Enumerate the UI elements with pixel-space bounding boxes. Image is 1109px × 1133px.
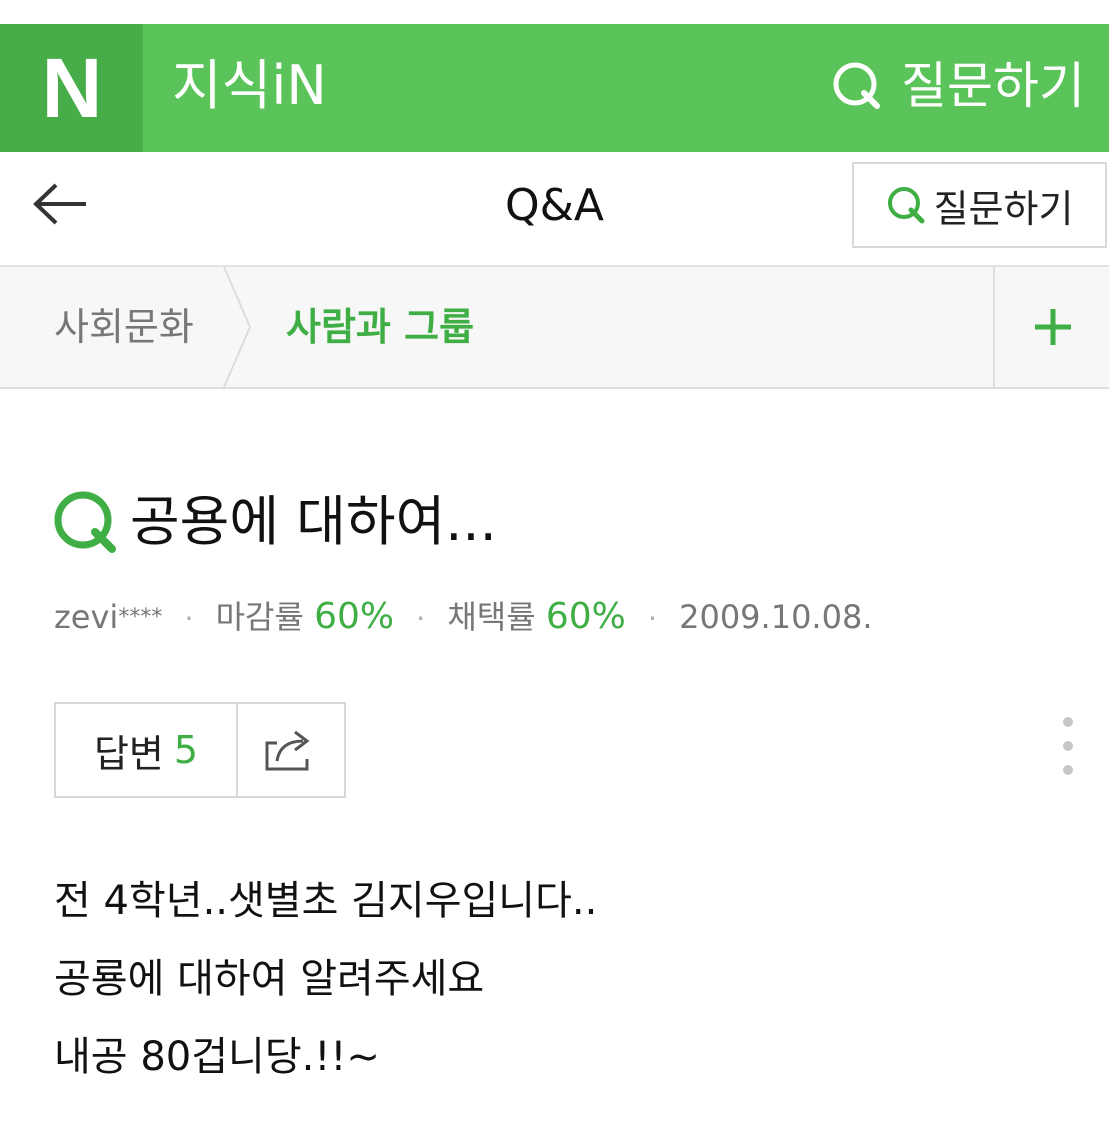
body-line: 공룡에 대하여 알려주세요 (54, 956, 485, 1002)
answers-button[interactable]: 답변 5 (56, 704, 238, 796)
share-button[interactable] (238, 704, 344, 796)
breadcrumb: 사회문화 사람과 그룹 (0, 267, 1109, 389)
status-strip (0, 0, 1109, 24)
answers-label: 답변 (93, 731, 164, 776)
top-ask-label: 질문하기 (901, 57, 1085, 115)
breadcrumb-item-category[interactable]: 사회문화 (54, 297, 194, 357)
author-id[interactable]: zevi (54, 598, 118, 636)
logo-letter: N (41, 41, 103, 135)
ask-question-button[interactable]: 질문하기 (852, 162, 1107, 248)
question-title: 공용에 대하여... (52, 482, 497, 562)
service-title[interactable]: 지식iN (172, 46, 327, 126)
close-rate-label: 마감률 (215, 598, 304, 636)
meta-dot: · (416, 602, 426, 635)
question-meta: zevi**** · 마감률 60% · 채택률 60% · 2009.10.0… (54, 592, 872, 644)
answers-count: 5 (173, 728, 199, 772)
chevron-right-icon (223, 267, 252, 387)
answer-action-bar: 답변 5 (54, 702, 346, 798)
question-q-icon (887, 187, 925, 224)
body-line: 내공 80겁니당.!!~ (54, 1034, 380, 1080)
author-mask: **** (118, 605, 163, 630)
question-date: 2009.10.08. (679, 598, 873, 636)
question-body: 전 4학년..샛별초 김지우입니다.. 공룡에 대하여 알려주세요 내공 80겁… (54, 862, 597, 1096)
share-icon (265, 730, 310, 771)
question-q-icon (54, 491, 116, 553)
close-rate-value: 60% (314, 596, 395, 637)
meta-dot: · (648, 602, 657, 635)
meta-dot: · (184, 602, 194, 635)
naver-logo[interactable]: N (0, 24, 143, 152)
body-line: 전 4학년..샛별초 김지우입니다.. (54, 878, 598, 924)
more-vertical-icon[interactable] (1056, 712, 1080, 784)
question-title-text: 공용에 대하여... (130, 490, 497, 553)
add-category-button[interactable] (993, 267, 1109, 387)
top-ask-button[interactable]: 질문하기 (831, 46, 1085, 126)
top-navbar: N 지식iN 질문하기 (0, 24, 1109, 152)
plus-icon (1035, 309, 1071, 345)
adopt-rate-label: 채택률 (447, 598, 536, 636)
sub-header: Q&A 질문하기 (0, 152, 1109, 267)
breadcrumb-item-subcategory[interactable]: 사람과 그룹 (286, 297, 474, 357)
question-q-icon (833, 62, 880, 109)
ask-question-label: 질문하기 (933, 186, 1074, 231)
adopt-rate-value: 60% (545, 596, 626, 637)
